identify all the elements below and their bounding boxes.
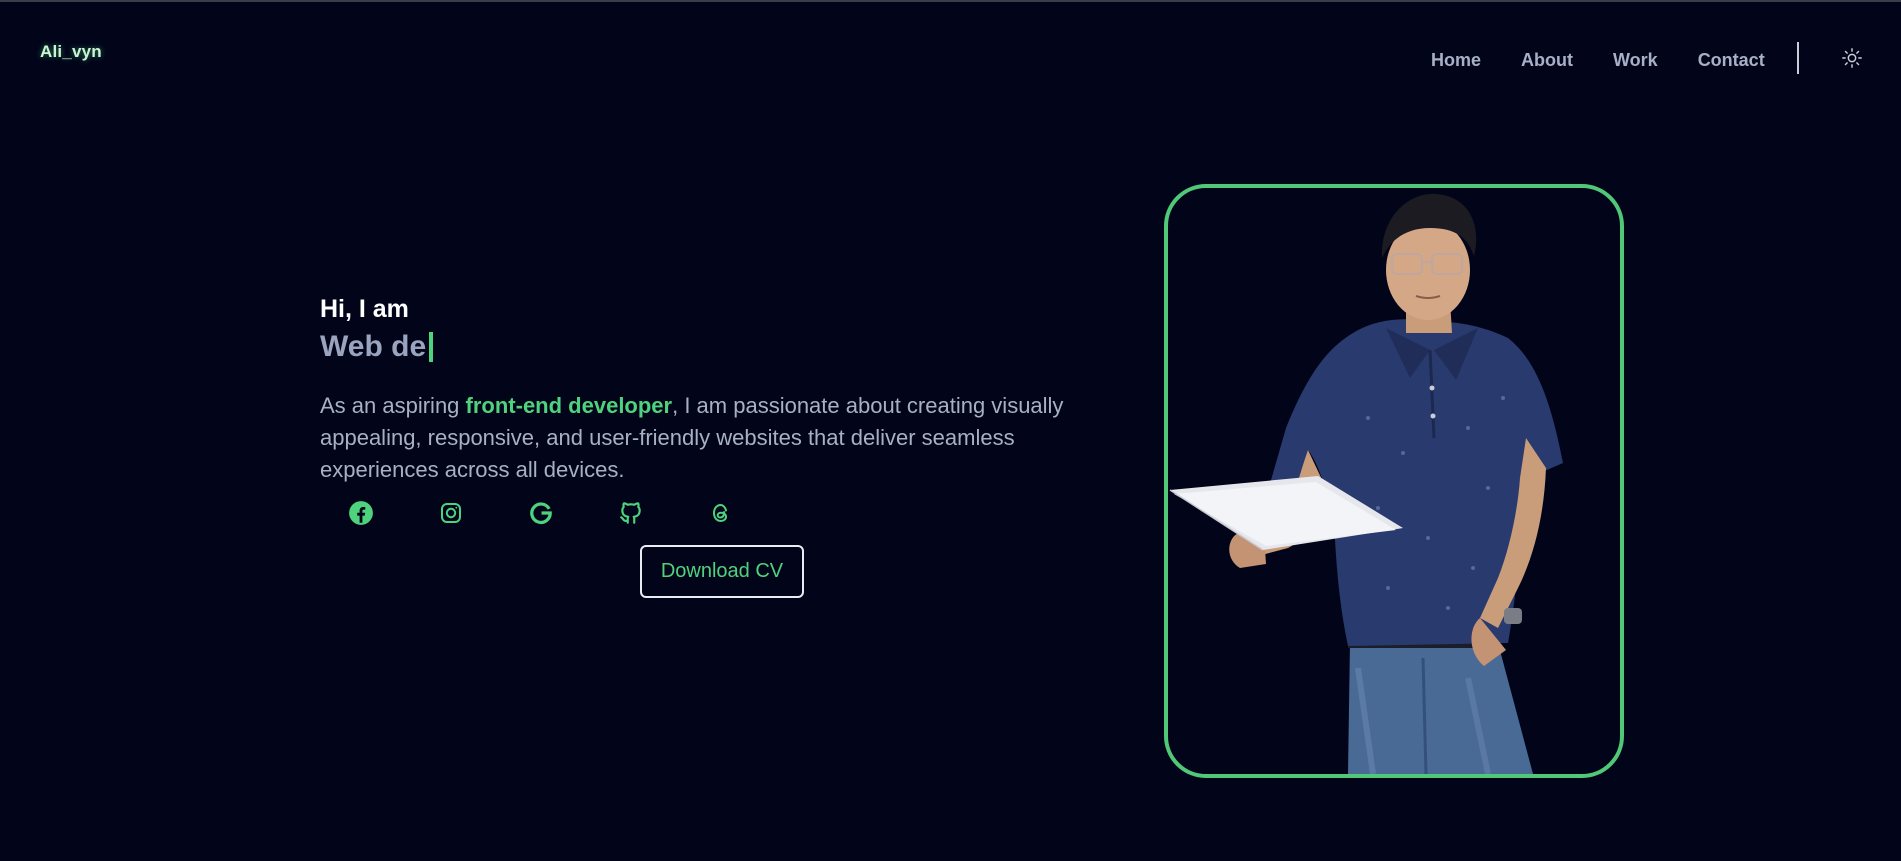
nav-item-work[interactable]: Work: [1613, 50, 1658, 71]
threads-link[interactable]: [706, 500, 736, 530]
threads-icon: [709, 501, 733, 530]
facebook-icon: [348, 500, 374, 531]
github-link[interactable]: [616, 500, 646, 530]
top-border: [0, 0, 1901, 2]
github-icon: [618, 500, 644, 531]
google-icon: [528, 500, 554, 531]
sun-icon: [1841, 47, 1863, 74]
theme-toggle-button[interactable]: [1838, 46, 1866, 74]
instagram-icon: [439, 501, 463, 530]
typed-role-text: Web de: [320, 330, 427, 363]
hero-section: Hi, I am Web de As an aspiring front-end…: [320, 292, 1100, 508]
site-logo[interactable]: Ali_vyn: [40, 42, 102, 62]
typing-caret: [429, 332, 434, 362]
nav-item-about[interactable]: About: [1521, 50, 1573, 71]
greeting-heading: Hi, I am: [320, 295, 409, 323]
google-link[interactable]: [526, 500, 556, 530]
facebook-link[interactable]: [346, 500, 376, 530]
nav-item-home[interactable]: Home: [1431, 50, 1481, 71]
download-cv-button[interactable]: Download CV: [640, 545, 804, 598]
instagram-link[interactable]: [436, 500, 466, 530]
nav-divider: [1797, 42, 1799, 74]
bio-paragraph: As an aspiring front-end developer, I am…: [320, 390, 1110, 486]
profile-photo: [1169, 193, 1563, 774]
nav-item-contact[interactable]: Contact: [1698, 50, 1765, 71]
typed-role-heading: Web de: [320, 326, 1100, 368]
bio-highlight: front-end developer: [465, 393, 673, 418]
main-nav: Home About Work Contact: [1431, 48, 1805, 72]
social-links: [346, 500, 776, 530]
profile-photo-frame: [1164, 184, 1624, 778]
bio-prefix: As an aspiring: [320, 393, 466, 418]
